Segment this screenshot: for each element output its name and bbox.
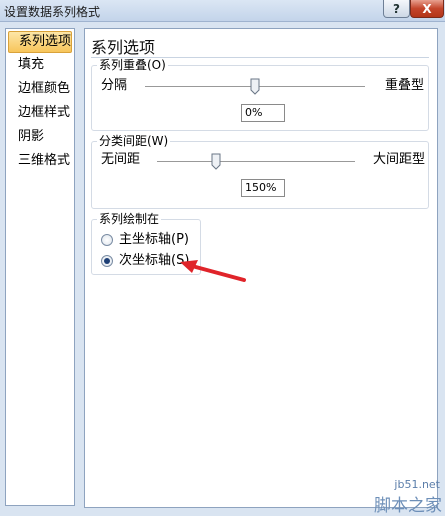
overlap-right-label: 重叠型 bbox=[385, 78, 425, 93]
title-bar: 设置数据系列格式 ? X bbox=[0, 0, 445, 22]
plot-series-on-label: 系列绘制在 bbox=[97, 212, 162, 226]
overlap-left-label: 分隔 bbox=[101, 78, 128, 93]
gap-value-input[interactable]: 150% bbox=[241, 179, 285, 197]
secondary-axis-radio[interactable] bbox=[101, 255, 113, 267]
sidebar-item-fill[interactable]: 填充 bbox=[6, 54, 74, 76]
close-button[interactable]: X bbox=[410, 0, 444, 18]
gap-width-label: 分类间距(W) bbox=[97, 134, 171, 148]
watermark-text: 脚本之家 bbox=[374, 496, 442, 516]
red-arrow-annotation bbox=[180, 260, 246, 282]
sidebar-item-3d-format[interactable]: 三维格式 bbox=[6, 150, 74, 172]
category-sidebar: 系列选项 填充 边框颜色 边框样式 阴影 三维格式 bbox=[5, 28, 75, 506]
options-panel: 系列选项 系列重叠(O) 分隔 重叠型 0% 分类间距(W) 无间距 大间距型 … bbox=[84, 28, 438, 508]
series-overlap-label: 系列重叠(O) bbox=[97, 58, 168, 72]
gap-slider-track[interactable] bbox=[157, 161, 355, 162]
sidebar-item-series-options[interactable]: 系列选项 bbox=[8, 31, 72, 53]
sidebar-item-border-color[interactable]: 边框颜色 bbox=[6, 78, 74, 100]
primary-axis-label[interactable]: 主坐标轴(P) bbox=[119, 232, 189, 248]
gap-left-label: 无间距 bbox=[101, 152, 141, 167]
window-title: 设置数据系列格式 bbox=[4, 5, 101, 19]
sidebar-item-border-style[interactable]: 边框样式 bbox=[6, 102, 74, 124]
gap-slider-thumb[interactable] bbox=[211, 153, 221, 170]
panel-heading: 系列选项 bbox=[91, 38, 156, 57]
sidebar-item-shadow[interactable]: 阴影 bbox=[6, 126, 74, 148]
overlap-slider-thumb[interactable] bbox=[250, 78, 260, 95]
help-button[interactable]: ? bbox=[383, 0, 410, 18]
watermark-url: jb51.net bbox=[394, 478, 440, 491]
overlap-value-input[interactable]: 0% bbox=[241, 104, 285, 122]
primary-axis-radio[interactable] bbox=[101, 234, 113, 246]
gap-right-label: 大间距型 bbox=[373, 152, 426, 167]
watermark: jb51.net 脚本之家 bbox=[344, 478, 444, 516]
